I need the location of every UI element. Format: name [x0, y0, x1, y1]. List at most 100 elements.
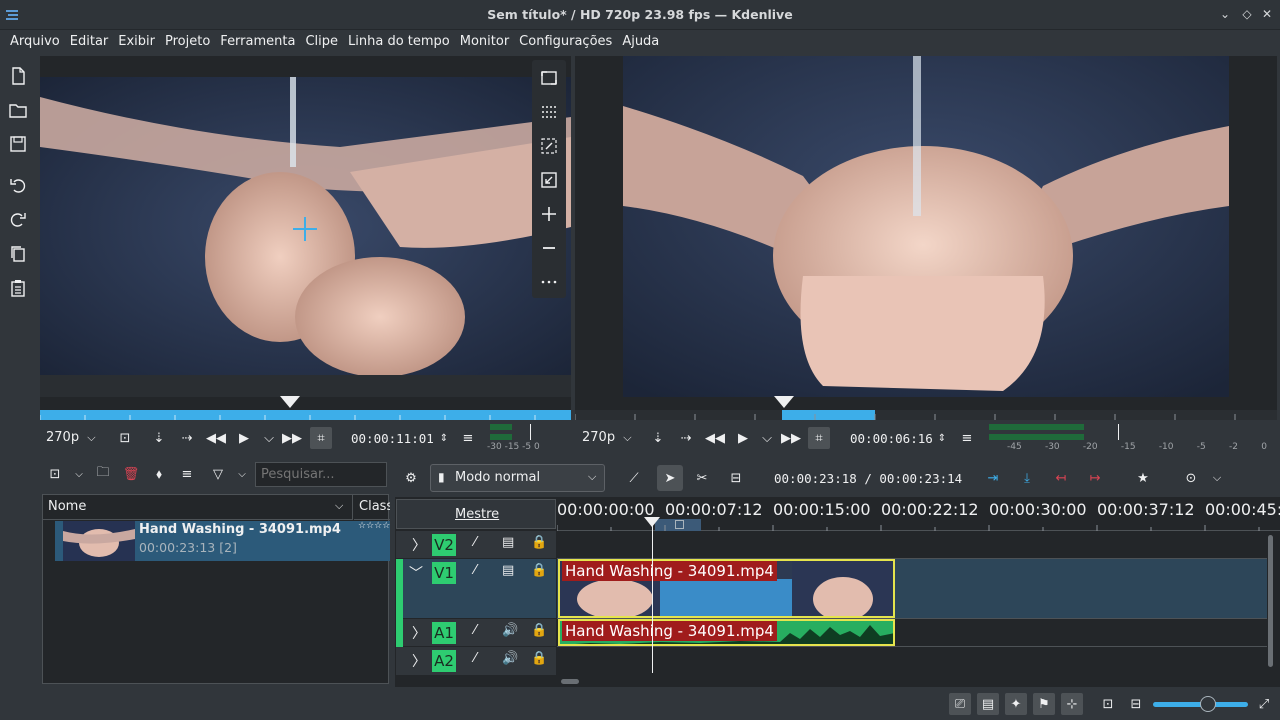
- menu-ajuda[interactable]: Ajuda: [617, 30, 664, 55]
- snap-icon[interactable]: ⎚: [949, 693, 971, 715]
- paste-icon[interactable]: [8, 278, 28, 298]
- record-icon[interactable]: ⊙: [1180, 467, 1202, 489]
- delete-icon[interactable]: 🗑: [120, 463, 142, 485]
- video-thumbnails-icon[interactable]: ▤: [977, 693, 999, 715]
- effects-wand-icon[interactable]: ⁄: [474, 535, 476, 550]
- redo-icon[interactable]: [8, 210, 28, 230]
- timeline-playhead[interactable]: [652, 519, 653, 673]
- new-document-icon[interactable]: [8, 66, 28, 86]
- effects-wand-icon[interactable]: ⁄: [474, 651, 476, 666]
- bin-column-name[interactable]: Nome ⌵: [43, 495, 353, 520]
- timeline-horizontal-scrollbar[interactable]: [561, 679, 579, 684]
- menu-icon[interactable]: ≡: [956, 427, 978, 449]
- timeline-vertical-scrollbar[interactable]: [1268, 535, 1273, 667]
- menu-arquivo[interactable]: Arquivo: [0, 30, 65, 55]
- project-monitor-ruler[interactable]: [575, 410, 1277, 420]
- add-clip-chevron-icon[interactable]: ⌵: [68, 463, 90, 485]
- favorite-star-icon[interactable]: ★: [1132, 467, 1154, 489]
- zoom-fit-icon[interactable]: [539, 136, 559, 156]
- crop-icon[interactable]: ⌗: [808, 427, 830, 449]
- play-options-chevron-icon[interactable]: ⌵: [756, 427, 778, 449]
- rewind-icon[interactable]: ◀◀: [704, 427, 726, 449]
- zoom-out-icon[interactable]: [539, 238, 559, 258]
- track-v1-lane[interactable]: Hand Washing - 34091.mp4: [557, 559, 1267, 619]
- minimize-icon[interactable]: ⌄: [1218, 7, 1232, 21]
- grid-icon[interactable]: [539, 102, 559, 122]
- undo-icon[interactable]: [8, 176, 28, 196]
- bin-search-input[interactable]: [255, 462, 387, 487]
- timecode-spin-icon[interactable]: ⇕: [433, 427, 455, 449]
- menu-projeto[interactable]: Projeto: [160, 30, 215, 55]
- list-view-icon[interactable]: ≡: [176, 463, 198, 485]
- close-icon[interactable]: ✕: [1260, 7, 1274, 21]
- video-clip[interactable]: Hand Washing - 34091.mp4: [558, 559, 895, 618]
- record-chevron-icon[interactable]: ⌵: [1206, 467, 1228, 489]
- zoom-original-icon[interactable]: [539, 170, 559, 190]
- lock-icon[interactable]: 🔒: [531, 563, 547, 578]
- forward-icon[interactable]: ▶▶: [281, 427, 303, 449]
- extract-icon[interactable]: ↦: [1084, 467, 1106, 489]
- project-monitor-playhead[interactable]: [774, 396, 794, 408]
- crop-icon[interactable]: ⌗: [310, 427, 332, 449]
- audio-thumbnails-icon[interactable]: ✦: [1005, 693, 1027, 715]
- open-folder-icon[interactable]: [8, 100, 28, 120]
- effects-wand-icon[interactable]: ⁄: [474, 563, 476, 578]
- lift-icon[interactable]: ↤: [1050, 467, 1072, 489]
- edit-mode-select[interactable]: ▮ Modo normal ⌵: [430, 464, 605, 492]
- filter-chevron-icon[interactable]: ⌵: [231, 463, 253, 485]
- project-resolution-select[interactable]: 270p ⌵: [582, 430, 632, 445]
- zone-icon[interactable]: ⊡: [114, 427, 136, 449]
- speaker-icon[interactable]: 🔊: [502, 651, 518, 666]
- clip-monitor-timecode[interactable]: 00:00:11:01: [351, 431, 434, 446]
- add-clip-icon[interactable]: ⊡: [44, 463, 66, 485]
- project-monitor-timecode[interactable]: 00:00:06:16: [850, 431, 933, 446]
- markers-icon[interactable]: ⚑: [1033, 693, 1055, 715]
- menu-linha-do-tempo[interactable]: Linha do tempo: [343, 30, 455, 55]
- timeline-settings-icon[interactable]: ⚙: [400, 467, 422, 489]
- set-in-point-icon[interactable]: ⇣: [647, 427, 669, 449]
- zoom-fit-icon[interactable]: ⊡: [1097, 693, 1119, 715]
- play-icon[interactable]: ▶: [233, 427, 255, 449]
- track-target-a1[interactable]: [396, 619, 403, 647]
- zoom-slider-handle[interactable]: [1200, 696, 1216, 712]
- play-icon[interactable]: ▶: [732, 427, 754, 449]
- rewind-icon[interactable]: ◀◀: [205, 427, 227, 449]
- track-a2-lane[interactable]: [557, 647, 1267, 675]
- audio-clip[interactable]: Hand Washing - 34091.mp4: [558, 619, 895, 646]
- zoom-in-icon[interactable]: ⤢: [1253, 693, 1275, 715]
- more-options-icon[interactable]: [539, 272, 559, 292]
- speaker-icon[interactable]: 🔊: [502, 623, 518, 638]
- copy-icon[interactable]: [8, 244, 28, 264]
- expand-chevron-icon[interactable]: 〉: [412, 651, 426, 671]
- overwrite-icon[interactable]: ⤓: [1016, 467, 1038, 489]
- lock-icon[interactable]: 🔒: [531, 623, 547, 638]
- menu-configuracoes[interactable]: Configurações: [514, 30, 617, 55]
- split-audio-icon[interactable]: ⊹: [1061, 693, 1083, 715]
- zoom-out-icon[interactable]: ⊟: [1125, 693, 1147, 715]
- clip-rating-stars[interactable]: ☆☆☆☆: [358, 521, 390, 531]
- set-out-point-icon[interactable]: ⇢: [176, 427, 198, 449]
- menu-icon[interactable]: ≡: [457, 427, 479, 449]
- timeline-playhead-marker[interactable]: [644, 517, 660, 527]
- fullscreen-icon[interactable]: [539, 68, 559, 88]
- menu-monitor[interactable]: Monitor: [455, 30, 514, 55]
- timecode-spin-icon[interactable]: ⇕: [931, 427, 953, 449]
- master-track-button[interactable]: Mestre: [396, 499, 556, 529]
- lock-icon[interactable]: 🔒: [531, 651, 547, 666]
- save-icon[interactable]: [8, 134, 28, 154]
- track-v2-lane[interactable]: [557, 531, 1267, 559]
- bin-clip-item[interactable]: Hand Washing - 34091.mp4 00:00:23:13 [2]…: [55, 521, 390, 561]
- lock-icon[interactable]: 🔒: [531, 535, 547, 550]
- project-monitor-video[interactable]: [623, 56, 1229, 397]
- clip-monitor-ruler[interactable]: [39, 410, 571, 421]
- set-out-point-icon[interactable]: ⇢: [675, 427, 697, 449]
- expand-chevron-icon[interactable]: 〉: [412, 535, 426, 555]
- set-in-point-icon[interactable]: ⇣: [148, 427, 170, 449]
- razor-tool-icon[interactable]: ✂: [691, 467, 713, 489]
- menu-clipe[interactable]: Clipe: [300, 30, 343, 55]
- effects-wand-icon[interactable]: ⁄: [474, 623, 476, 638]
- track-label-v1[interactable]: V1: [432, 562, 456, 584]
- select-tool-icon[interactable]: ➤: [657, 465, 683, 491]
- slip-tool-icon[interactable]: ⊟: [725, 467, 747, 489]
- clip-resolution-select[interactable]: 270p ⌵: [46, 430, 96, 445]
